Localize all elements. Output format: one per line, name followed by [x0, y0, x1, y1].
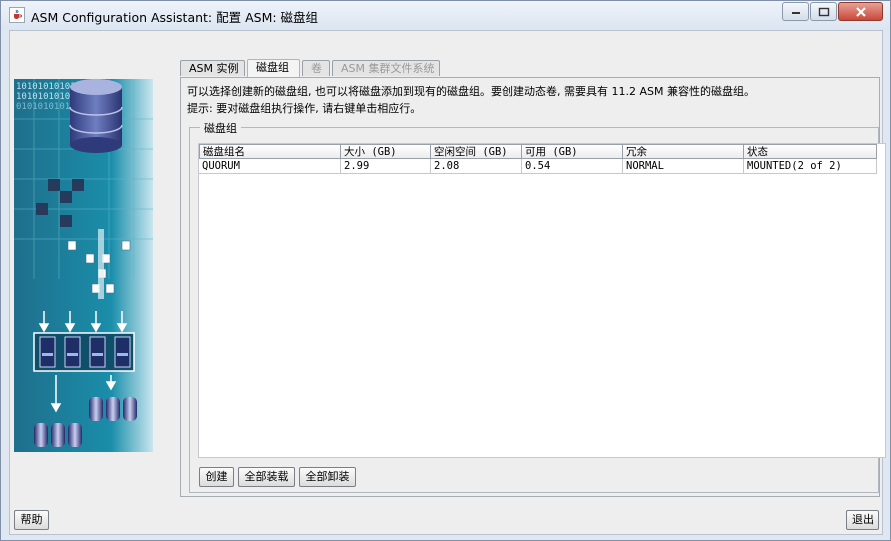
cell-usable: 0.54: [522, 159, 623, 174]
cell-state: MOUNTED(2 of 2): [744, 159, 877, 174]
column-header-size[interactable]: 大小 (GB): [341, 144, 431, 159]
column-header-usable[interactable]: 可用 (GB): [522, 144, 623, 159]
cell-redundancy: NORMAL: [623, 159, 744, 174]
tab-volumes: 卷: [302, 60, 330, 76]
cell-name: QUORUM: [199, 159, 341, 174]
storage-illustration-graphic: 1010101010101010 1010101010101010 010101…: [14, 79, 153, 452]
close-icon: [855, 6, 866, 17]
exit-button[interactable]: 退出: [846, 510, 879, 530]
minimize-icon: [791, 11, 800, 14]
column-header-free[interactable]: 空闲空间 (GB): [431, 144, 522, 159]
cell-free: 2.08: [431, 159, 522, 174]
disk-groups-panel: 可以选择创建新的磁盘组, 也可以将磁盘添加到现有的磁盘组。要创建动态卷, 需要具…: [180, 77, 886, 497]
tab-acfs: ASM 集群文件系统: [332, 60, 440, 76]
window-title: ASM Configuration Assistant: 配置 ASM: 磁盘组: [31, 10, 319, 25]
maximize-button[interactable]: [810, 2, 837, 21]
application-window: ASM Configuration Assistant: 配置 ASM: 磁盘组: [0, 0, 891, 541]
table-row[interactable]: QUORUM 2.99 2.08 0.54 NORMAL MOUNTED(2 o…: [199, 159, 877, 174]
column-header-name[interactable]: 磁盘组名: [199, 144, 341, 159]
create-button[interactable]: 创建: [199, 467, 234, 487]
column-header-redundancy[interactable]: 冗余: [623, 144, 744, 159]
client-area: 1010101010101010 1010101010101010 010101…: [9, 30, 886, 535]
java-cup-icon: [9, 7, 25, 23]
disk-group-box: 磁盘组 磁盘组名 大小 (GB) 空闲空间 (GB) 可用 (GB) 冗余 状态…: [189, 120, 886, 493]
hint-text: 提示: 要对磁盘组执行操作, 请右键单击相应行。: [187, 102, 422, 115]
maximize-icon: [818, 7, 829, 16]
group-title: 磁盘组: [200, 120, 241, 136]
description-text: 可以选择创建新的磁盘组, 也可以将磁盘添加到现有的磁盘组。要创建动态卷, 需要具…: [187, 85, 755, 98]
minimize-button[interactable]: [782, 2, 809, 21]
close-button[interactable]: [838, 2, 883, 21]
title-bar[interactable]: ASM Configuration Assistant: 配置 ASM: 磁盘组: [1, 1, 890, 30]
tab-asm-instance[interactable]: ASM 实例: [180, 60, 245, 76]
cell-size: 2.99: [341, 159, 431, 174]
table-header: 磁盘组名 大小 (GB) 空闲空间 (GB) 可用 (GB) 冗余 状态: [199, 144, 877, 159]
disk-group-table[interactable]: 磁盘组名 大小 (GB) 空闲空间 (GB) 可用 (GB) 冗余 状态 QUO…: [198, 143, 886, 458]
mount-all-button[interactable]: 全部装载: [238, 467, 295, 487]
asm-illustration: 1010101010101010 1010101010101010 010101…: [14, 79, 153, 452]
dismount-all-button[interactable]: 全部卸装: [299, 467, 356, 487]
column-header-state[interactable]: 状态: [744, 144, 877, 159]
tab-disk-groups[interactable]: 磁盘组: [247, 59, 300, 77]
help-button[interactable]: 帮助: [14, 510, 49, 530]
